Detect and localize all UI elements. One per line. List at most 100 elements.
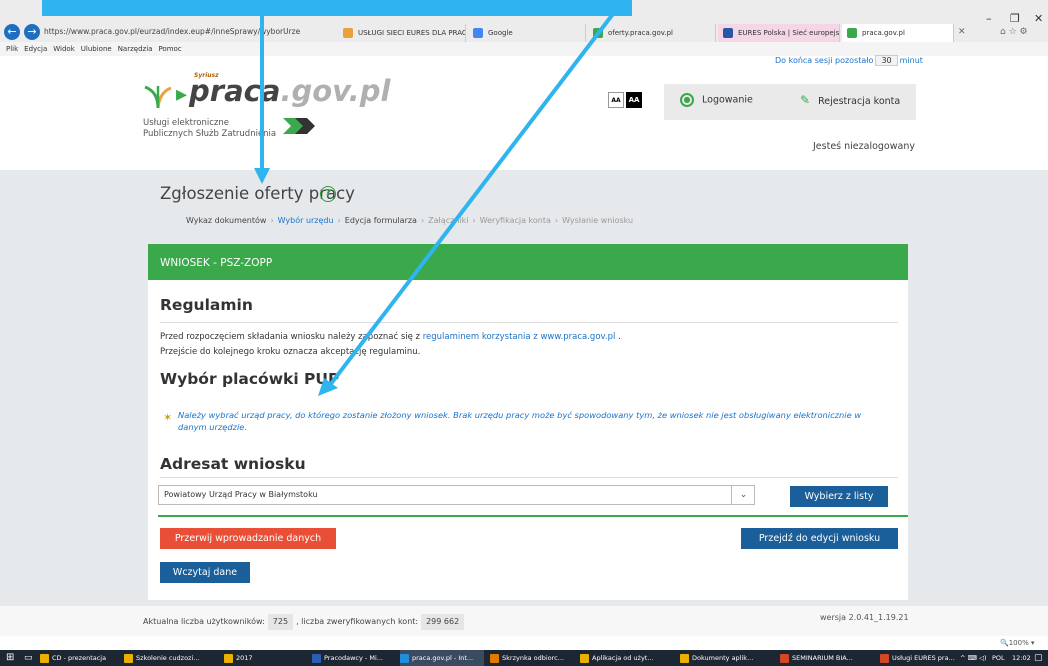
address-bar[interactable]: https://www.praca.gov.pl/eurzad/index.eu… (44, 24, 334, 40)
app-icon (224, 654, 233, 663)
rules-text: Przed rozpoczęciem składania wniosku nal… (160, 332, 621, 342)
lightbulb-icon: ✶ (163, 411, 173, 424)
taskbar-item[interactable]: CD - prezentacja (40, 650, 124, 666)
go-to-edit-button[interactable]: Przejdź do edycji wniosku (741, 528, 898, 549)
tab-label: Google (488, 29, 513, 37)
home-star-gear-icons[interactable]: ⌂ ☆ ⚙ (1000, 27, 1028, 37)
help-icon[interactable]: ? (320, 186, 336, 202)
app-icon (680, 654, 689, 663)
browser-tab[interactable]: EURES Polska | Sieć europejskic... (718, 24, 840, 42)
praca-logo[interactable]: Syriusz ▸praca.gov.pl (176, 72, 390, 108)
tab-label: praca.gov.pl (862, 29, 905, 37)
breadcrumb: Wykaz dokumentów › Wybór urzędu › Edycja for… (186, 216, 633, 225)
restore-icon[interactable]: ❐ (1010, 12, 1020, 25)
forward-icon[interactable]: → (24, 24, 40, 40)
user-icon: ● (680, 93, 694, 107)
taskbar-item[interactable]: Szkolenie cudzozi... (124, 650, 208, 666)
users-count: 725 (267, 614, 294, 630)
office-select[interactable]: Powiatowy Urząd Pracy w Białymstoku (158, 485, 755, 505)
tray-icons[interactable]: ^ ⌨ ◁) (960, 650, 987, 666)
breadcrumb-step[interactable]: Wykaz dokumentów (186, 216, 266, 225)
browser-tab[interactable]: Google (468, 24, 586, 42)
session-timer: Do końca sesji pozostało 30 minut (775, 55, 923, 66)
tab-label: USŁUGI SIECI EURES DLA PRAC... (358, 29, 466, 37)
taskbar-item[interactable]: praca.gov.pl - Int... (400, 650, 484, 666)
font-size-large-button[interactable]: AA (626, 92, 642, 108)
browser-menu-bar: Plik Edycja Widok Ulubione Narzędzia Pomoc (0, 42, 1048, 56)
browser-tab[interactable]: praca.gov.pl (842, 24, 954, 42)
browser-tab[interactable]: oferty.praca.gov.pl (588, 24, 716, 42)
breadcrumb-step: Załączniki (428, 216, 469, 225)
praca-logo-icon (144, 85, 172, 109)
pencil-icon: ✎ (800, 93, 811, 107)
app-version: wersja 2.0.41_1.19.21 (820, 613, 909, 622)
login-status: Jesteś niezalogowany (813, 141, 915, 152)
abort-button[interactable]: Przerwij wprowadzanie danych (160, 528, 336, 549)
app-icon (880, 654, 889, 663)
office-info-text: Należy wybrać urząd pracy, do którego zo… (178, 410, 862, 432)
zoom-icon: 🔍 (1000, 639, 1009, 647)
taskbar-item[interactable]: Skrzynka odbiorc... (490, 650, 574, 666)
taskbar-item[interactable]: Usługi EURES pra... (880, 650, 964, 666)
menu-item[interactable]: Widok (53, 45, 75, 53)
taskbar-item[interactable]: 2017 (224, 650, 308, 666)
zoom-level[interactable]: 🔍100% ▾ (1000, 639, 1034, 647)
taskbar-item-label: Usługi EURES pra... (892, 654, 955, 662)
close-tab-icon[interactable]: ✕ (958, 27, 966, 37)
screen: – ❐ ✕ ← → https://www.praca.gov.pl/eurza… (0, 0, 1048, 666)
notifications-icon[interactable]: ▢ (1034, 652, 1043, 664)
card-header: WNIOSEK - PSZ-ZOPP (148, 244, 908, 280)
taskbar-item-label: 2017 (236, 654, 253, 662)
user-stats: Aktualna liczba użytkowników: 725, liczba… (143, 614, 467, 630)
app-icon (780, 654, 789, 663)
breadcrumb-separator-icon: › (337, 216, 341, 225)
register-button[interactable]: ✎ Rejestracja konta (800, 93, 900, 107)
load-data-button[interactable]: Wczytaj dane (160, 562, 250, 583)
eservices-label: Usługi elektroniczne Publicznych Służb Za… (143, 118, 277, 139)
chevron-down-icon[interactable]: ⌄ (731, 485, 755, 505)
addressee-heading: Adresat wniosku (160, 455, 306, 473)
app-icon (124, 654, 133, 663)
taskbar-item-label: Dokumenty aplik... (692, 654, 754, 662)
rules-link[interactable]: regulaminem korzystania z www.praca.gov.… (423, 332, 616, 342)
choose-from-list-button[interactable]: Wybierz z listy (790, 486, 888, 507)
taskbar-item-label: praca.gov.pl - Int... (412, 654, 474, 662)
taskbar-item-label: Pracodawcy - Mi... (324, 654, 383, 662)
menu-item[interactable]: Edycja (24, 45, 47, 53)
taskbar-item[interactable]: Aplikacja od użyt... (580, 650, 664, 666)
taskbar-item[interactable]: SEMINARIUM BIA... (780, 650, 864, 666)
breadcrumb-step: Weryfikacja konta (479, 216, 551, 225)
clock[interactable]: 12:02 (1012, 650, 1031, 666)
menu-item[interactable]: Ulubione (81, 45, 112, 53)
app-icon (312, 654, 321, 663)
app-icon (400, 654, 409, 663)
rules-heading: Regulamin (160, 296, 253, 314)
windows-start-icon[interactable]: ⊞ (6, 652, 14, 664)
tab-favicon-icon (847, 28, 857, 38)
taskbar-item-label: Szkolenie cudzozi... (136, 654, 200, 662)
back-icon[interactable]: ← (4, 24, 20, 40)
taskbar-item-label: Aplikacja od użyt... (592, 654, 654, 662)
minimize-icon[interactable]: – (986, 12, 992, 25)
verified-count: 299 662 (421, 614, 465, 630)
menu-item[interactable]: Pomoc (158, 45, 181, 53)
font-size-normal-button[interactable]: AA (608, 92, 624, 108)
taskbar-item[interactable]: Pracodawcy - Mi... (312, 650, 396, 666)
taskbar-item[interactable]: Dokumenty aplik... (680, 650, 764, 666)
psz-arrows-icon (283, 118, 315, 134)
breadcrumb-step[interactable]: Wybór urzędu (278, 216, 334, 225)
browser-tab[interactable]: USŁUGI SIECI EURES DLA PRAC... (338, 24, 466, 42)
login-button[interactable]: ● Logowanie (680, 93, 753, 107)
taskbar-item-label: Skrzynka odbiorc... (502, 654, 564, 662)
tab-label: oferty.praca.gov.pl (608, 29, 673, 37)
language-indicator[interactable]: POL (992, 650, 1005, 666)
menu-item[interactable]: Plik (6, 45, 18, 53)
menu-item[interactable]: Narzędzia (118, 45, 153, 53)
close-window-icon[interactable]: ✕ (1034, 12, 1043, 25)
breadcrumb-separator-icon: › (270, 216, 274, 225)
tab-label: EURES Polska | Sieć europejskic... (738, 29, 840, 37)
task-view-icon[interactable]: ▭ (24, 652, 33, 664)
taskbar-item-label: CD - prezentacja (52, 654, 107, 662)
breadcrumb-step[interactable]: Edycja formularza (345, 216, 417, 225)
breadcrumb-separator-icon: › (472, 216, 476, 225)
